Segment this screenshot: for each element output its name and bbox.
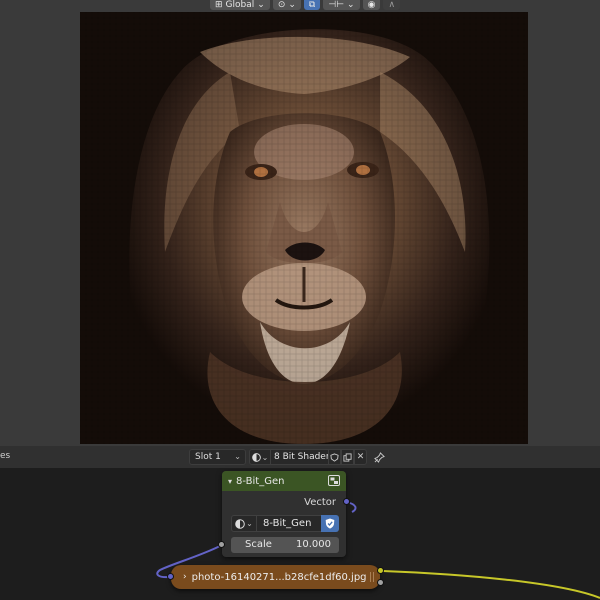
scale-value: 10.000 [296, 539, 331, 550]
pivot-point-dropdown[interactable]: ⊙ ⌄ [272, 0, 301, 10]
node-group-icon[interactable] [328, 475, 340, 486]
snap-target-dropdown[interactable]: ⊣⊢ ⌄ [323, 0, 360, 10]
viewport-header: ⊞ Global ⌄ ⊙ ⌄ ⧉ ⊣⊢ ⌄ ◉ ∧ [210, 0, 401, 10]
node-group-selector: ⌄ 8-Bit_Gen [231, 515, 339, 532]
orientation-label: Global [225, 0, 255, 10]
scale-label: Scale [245, 539, 272, 550]
duplicate-icon[interactable] [341, 449, 354, 465]
proportional-falloff-dropdown[interactable]: ∧ [383, 0, 401, 10]
node-group-name-field[interactable]: 8-Bit_Gen [257, 515, 321, 532]
blender-window: ⊞ Global ⌄ ⊙ ⌄ ⧉ ⊣⊢ ⌄ ◉ ∧ es Slot 1 ⌄ ⌄ … [0, 0, 600, 600]
vector-output-socket[interactable] [343, 498, 350, 505]
falloff-curve-icon: ∧ [388, 0, 396, 10]
fake-user-icon[interactable] [328, 449, 341, 465]
collapse-arrow-icon[interactable]: ▾ [228, 477, 232, 486]
snap-toggle[interactable]: ⧉ [303, 0, 321, 10]
snap-increment-icon: ⊣⊢ [328, 0, 345, 10]
chevron-down-icon: ⌄ [246, 519, 253, 528]
vector-input-socket[interactable] [167, 573, 174, 580]
node-title: 8-Bit_Gen [236, 475, 285, 487]
3d-viewport[interactable]: ⊞ Global ⌄ ⊙ ⌄ ⧉ ⊣⊢ ⌄ ◉ ∧ [0, 0, 600, 446]
node-header[interactable]: ▾ 8-Bit_Gen [222, 471, 346, 491]
node-editor-header: es Slot 1 ⌄ ⌄ 8 Bit Shader ✕ [0, 446, 600, 468]
node-group-8bit-gen[interactable]: ▾ 8-Bit_Gen Vector ⌄ 8-Bit_Gen Scale 10.… [218, 471, 350, 557]
header-left-label: es [0, 451, 11, 461]
scale-input-socket[interactable] [218, 541, 225, 548]
orientation-icon: ⊞ [215, 0, 223, 10]
node-tree-sphere-icon [235, 518, 245, 529]
chevron-down-icon: ⌄ [288, 0, 296, 10]
proportional-edit-toggle[interactable]: ◉ [362, 0, 381, 10]
slot-label: Slot 1 [195, 452, 221, 462]
vector-output-label: Vector [304, 497, 336, 508]
unlink-icon[interactable]: ✕ [354, 449, 367, 465]
scale-input-field[interactable]: Scale 10.000 [231, 537, 339, 553]
chevron-down-icon: ⌄ [234, 452, 241, 461]
material-actions: ✕ [328, 449, 367, 465]
shader-node-editor[interactable]: es Slot 1 ⌄ ⌄ 8 Bit Shader ✕ ▾ 8-Bit_Gen… [0, 446, 600, 600]
pivot-icon: ⊙ [277, 0, 286, 10]
fake-user-shield-toggle[interactable] [321, 515, 339, 532]
chevron-down-icon: ⌄ [261, 452, 269, 462]
proportional-edit-icon: ◉ [367, 0, 376, 10]
chevron-down-icon: ⌄ [257, 0, 265, 10]
image-node-label: photo-16140271...b28cfe1df60.jpg [191, 571, 367, 583]
transform-orientation-dropdown[interactable]: ⊞ Global ⌄ [210, 0, 270, 10]
material-sphere-icon [251, 452, 261, 462]
pixelated-lion-render [80, 12, 528, 444]
material-name-field[interactable]: 8 Bit Shader [271, 449, 328, 465]
snap-icon: ⧉ [308, 0, 316, 10]
pin-icon[interactable] [372, 449, 386, 465]
alpha-output-socket[interactable] [377, 579, 384, 586]
browse-node-group-button[interactable]: ⌄ [231, 515, 257, 532]
material-slot-dropdown[interactable]: Slot 1 ⌄ [189, 449, 246, 465]
browse-material-button[interactable]: ⌄ [249, 449, 271, 465]
chevron-down-icon: ⌄ [347, 0, 355, 10]
image-texture-node[interactable]: › photo-16140271...b28cfe1df60.jpg [167, 565, 384, 589]
expand-arrow-icon[interactable]: › [183, 572, 187, 582]
color-output-socket[interactable] [377, 567, 384, 574]
shield-icon [325, 518, 335, 529]
node-grip-icon [370, 572, 374, 582]
